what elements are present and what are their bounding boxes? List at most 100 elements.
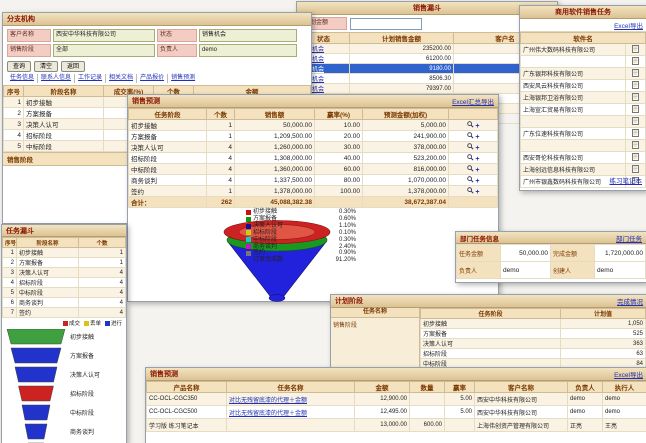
column-header[interactable]: 软件名 [521, 33, 646, 44]
column-header[interactable]: 金额 [355, 382, 410, 393]
plus-icon[interactable]: + [475, 156, 479, 163]
table-row[interactable]: 销售机会 235200.00 [298, 44, 557, 54]
column-header[interactable]: 阶段名称 [17, 238, 79, 248]
completion-link[interactable]: 完成情况 [617, 296, 643, 306]
document-icon[interactable] [632, 45, 639, 53]
status-field[interactable]: 销售机会 [199, 29, 297, 42]
funnel-stage-shape[interactable] [19, 386, 54, 401]
column-header[interactable]: 序号 [3, 238, 17, 248]
tab-link[interactable]: 工作记录 [75, 74, 106, 83]
tab-link[interactable]: 相关文档 [106, 74, 137, 83]
table-row[interactable]: 招标阶段 4 1,308,000.00 40.00 523,200.00 + [129, 153, 498, 164]
table-row[interactable]: CC-OCL-CGC500 对比无残留底漆的代理＋金额 12,495.00 5.… [147, 406, 646, 419]
table-row[interactable]: 初步接触 1 50,000.00 10.00 5,000.00 + [129, 120, 498, 131]
funnel-stage-shape[interactable] [22, 405, 50, 420]
funnel-stage-shape[interactable] [15, 367, 57, 382]
table-row[interactable]: 2 方案报备 1 [3, 258, 126, 268]
plus-icon[interactable]: + [475, 134, 479, 141]
document-icon[interactable] [632, 105, 639, 113]
table-row[interactable] [521, 56, 646, 68]
table-row[interactable]: 决策人认可 4 1,260,000.00 30.00 378,000.00 + [129, 142, 498, 153]
tab-link[interactable]: 联系人信息 [38, 74, 75, 83]
magnifier-icon[interactable] [467, 176, 474, 183]
dept-task-link[interactable]: 部门任务 [616, 233, 642, 243]
column-header[interactable]: 数量 [410, 382, 445, 393]
document-icon[interactable] [632, 153, 639, 161]
task-link[interactable]: 对比无残留底漆的代理＋金额 [227, 393, 355, 406]
tasks-titlebar[interactable]: 商用软件销售任务 [520, 6, 646, 19]
column-header[interactable]: 序号 [4, 86, 24, 97]
table-row[interactable]: 西安哥伦科技有限公司 [521, 152, 646, 164]
document-icon[interactable] [632, 93, 639, 101]
customer-name-field[interactable]: 西安中华科技有限公司 [53, 29, 155, 42]
table-row[interactable]: 初步接触 1,050 [421, 319, 646, 329]
owner-field[interactable]: demo [199, 44, 297, 57]
column-header[interactable]: 个数 [79, 238, 126, 248]
task-link[interactable] [227, 419, 355, 432]
column-header[interactable]: 赢率 [445, 382, 475, 393]
document-icon[interactable] [632, 129, 639, 137]
plan-stage-titlebar[interactable]: 计划阶段 完成情况 [331, 295, 646, 308]
document-icon[interactable] [632, 81, 639, 89]
plus-icon[interactable]: + [475, 167, 479, 174]
table-row[interactable] [521, 140, 646, 152]
magnifier-icon[interactable] [467, 143, 474, 150]
table-row[interactable]: 销售机会 61200.00 [298, 54, 557, 64]
table-row[interactable]: 4 招标阶段 4 [3, 278, 126, 288]
funnel-stage-shape[interactable] [25, 424, 47, 439]
form-button[interactable]: 查询 [7, 61, 31, 72]
column-header[interactable]: 任务名称 [227, 382, 355, 393]
column-header[interactable]: 个数 [207, 109, 235, 120]
plus-icon[interactable]: + [475, 189, 479, 196]
funnel-stage-shape[interactable] [7, 329, 65, 344]
task-link[interactable]: 对比无残留底漆的代理＋金额 [227, 406, 355, 419]
table-row[interactable]: CC-OCL-CGC350 对比无残留底漆的代理＋金额 12,900.00 5.… [147, 393, 646, 406]
excel-export-link[interactable]: Excel导出 [614, 369, 643, 379]
table-row[interactable]: 签约 1 1,378,000.00 100.00 1,378,000.00 + [129, 186, 498, 197]
funnel-stage-shape[interactable] [11, 348, 61, 363]
table-row[interactable]: 6 商务谈判 4 [3, 298, 126, 308]
column-header[interactable]: 产品名称 [147, 382, 227, 393]
table-row[interactable]: 上海宣汇贸易有限公司 [521, 104, 646, 116]
column-header[interactable]: 执行人 [603, 382, 646, 393]
product-forecast-titlebar[interactable]: 销售预测 Excel导出 [146, 368, 646, 381]
table-row[interactable]: 销售机会 79397.00 [298, 84, 557, 94]
forecast-titlebar[interactable]: 销售预测 Excel汇总导出 [128, 95, 498, 108]
column-header[interactable]: 负责人 [568, 382, 603, 393]
plus-icon[interactable]: + [475, 178, 479, 185]
table-row[interactable]: 上海银邦卫浴有限公司 [521, 92, 646, 104]
column-header[interactable]: 任务阶段 [129, 109, 207, 120]
table-row[interactable]: 方案报备 1 1,209,500.00 20.00 241,900.00 + [129, 131, 498, 142]
table-row[interactable]: 1 初步接触 1 [3, 248, 126, 258]
document-icon[interactable] [632, 69, 639, 77]
column-header[interactable]: 计划销售金额 [350, 33, 454, 44]
column-header[interactable]: 预测金额(加权) [363, 109, 449, 120]
table-row[interactable]: 商务谈判 4 1,337,500.00 80.00 1,070,000.00 + [129, 175, 498, 186]
document-icon[interactable] [632, 117, 639, 125]
table-row[interactable]: 销售机会 9180.00 [298, 64, 557, 74]
column-header[interactable]: 销售额 [235, 109, 315, 120]
column-header[interactable] [449, 109, 498, 120]
column-header[interactable]: 客户名称 [475, 382, 568, 393]
table-row[interactable]: 5 中标阶段 4 [3, 288, 126, 298]
dept-titlebar[interactable]: 部门任务信息 部门任务 [456, 232, 646, 244]
column-header[interactable]: 赢率(%) [315, 109, 363, 120]
stage-field[interactable]: 全部 [53, 44, 155, 57]
table-row[interactable]: 广东位速科技有限公司 [521, 128, 646, 140]
table-row[interactable]: 方案报备 525 [421, 329, 646, 339]
table-row[interactable]: 7 签约 4 [3, 308, 126, 318]
branch-titlebar[interactable]: 分支机构 [3, 13, 311, 26]
stage-funnel-titlebar[interactable]: 任务漏斗 [2, 225, 126, 237]
form-button[interactable]: 清空 [34, 61, 58, 72]
table-row[interactable]: 广州伟大数码科技有限公司 [521, 44, 646, 56]
table-row[interactable] [521, 116, 646, 128]
magnifier-icon[interactable] [467, 132, 474, 139]
table-row[interactable]: 西安风云科技有限公司 [521, 80, 646, 92]
magnifier-icon[interactable] [467, 187, 474, 194]
plus-icon[interactable]: + [475, 145, 479, 152]
document-icon[interactable] [632, 141, 639, 149]
table-row[interactable]: 3 决策人认可 4 [3, 268, 126, 278]
funnel-plan-titlebar[interactable]: 销售漏斗 [297, 2, 557, 15]
magnifier-icon[interactable] [467, 154, 474, 161]
document-icon[interactable] [632, 57, 639, 65]
